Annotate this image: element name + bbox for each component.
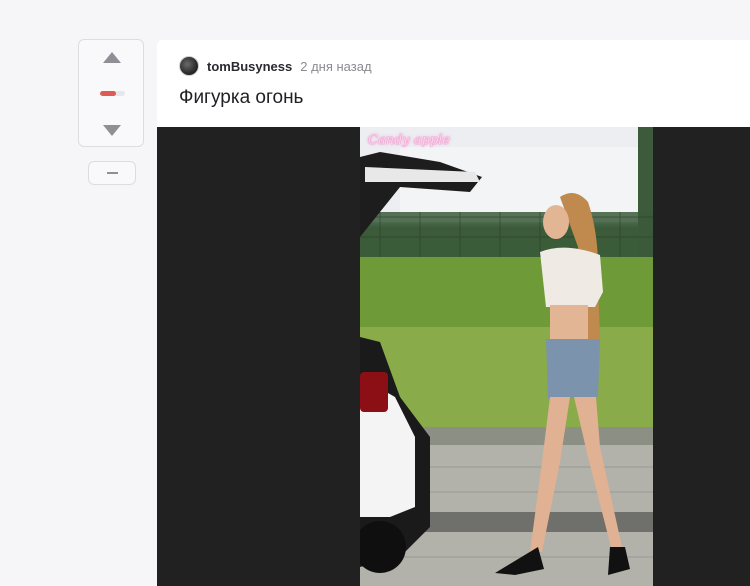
video-player[interactable]: Candy apple [157,127,750,586]
video-frame[interactable]: Candy apple [360,127,653,586]
post-time: 2 дня назад [300,58,372,74]
upvote-arrow-icon[interactable] [103,52,121,63]
rating-bar-fill [100,91,117,96]
downvote-arrow-icon[interactable] [103,125,121,136]
vote-panel [78,39,144,147]
minus-icon [107,172,118,174]
collapse-button[interactable] [88,161,136,185]
rating-bar [100,91,125,96]
author-avatar[interactable] [179,56,199,76]
author-name[interactable]: tomBusyness [207,59,292,74]
post-card: tomBusyness 2 дня назад Фигурка огонь Ca… [157,40,750,586]
video-still-illustration [360,127,653,586]
post-header: tomBusyness 2 дня назад [179,55,372,77]
post-title[interactable]: Фигурка огонь [179,86,303,110]
video-watermark: Candy apple [368,133,451,148]
